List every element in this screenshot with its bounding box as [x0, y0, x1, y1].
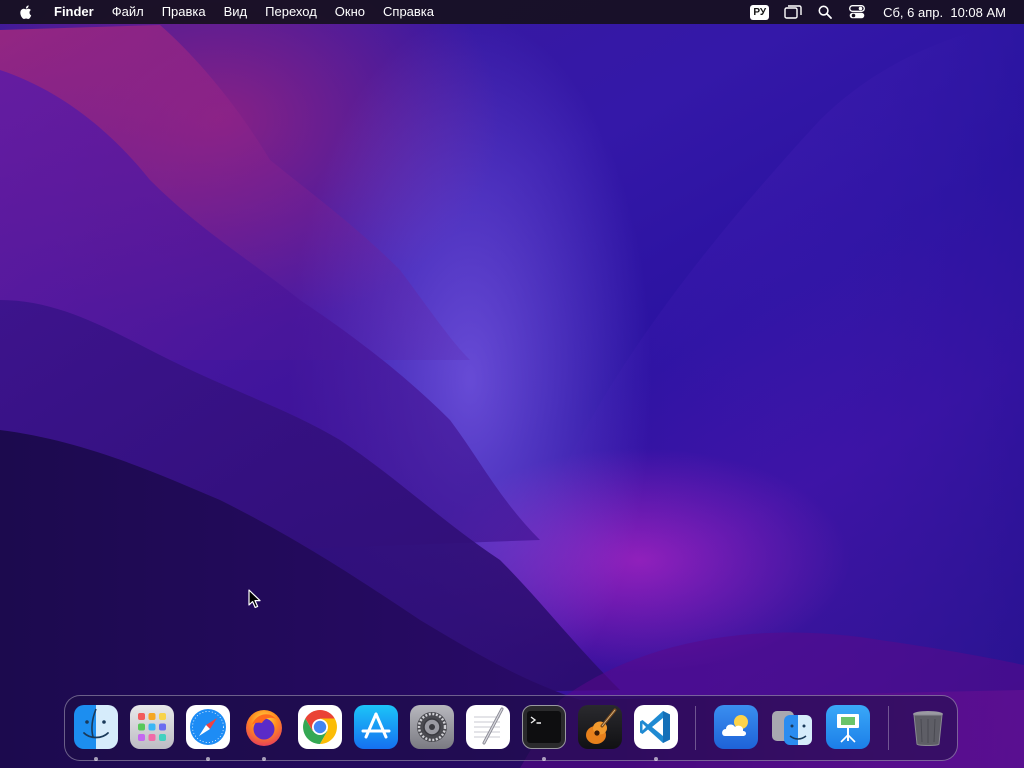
menu-window[interactable]: Окно — [326, 0, 374, 24]
apple-logo-icon[interactable] — [18, 4, 34, 20]
launchpad-icon[interactable] — [130, 705, 174, 749]
app-store-icon[interactable] — [354, 705, 398, 749]
weather-icon[interactable] — [714, 705, 758, 749]
finder-icon[interactable] — [74, 705, 118, 749]
safari-icon[interactable] — [186, 705, 230, 749]
vscode-running-indicator — [654, 757, 658, 761]
clock-time: 10:08 AM — [950, 4, 1006, 20]
menu-go[interactable]: Переход — [256, 0, 326, 24]
finder-running-indicator — [94, 757, 98, 761]
menu-app-finder[interactable]: Finder — [46, 0, 103, 24]
chrome-icon[interactable] — [298, 705, 342, 749]
firefox-icon[interactable] — [242, 705, 286, 749]
control-center-icon[interactable] — [847, 2, 867, 22]
textedit-icon[interactable] — [466, 705, 510, 749]
menu-edit[interactable]: Правка — [153, 0, 215, 24]
mouse-pointer-icon — [248, 589, 261, 609]
menu-bar: Finder Файл Правка Вид Переход Окно Спра… — [0, 0, 1024, 24]
desktop-wallpaper — [0, 0, 1024, 768]
safari-running-indicator — [206, 757, 210, 761]
firefox-running-indicator — [262, 757, 266, 761]
migration-assistant-icon[interactable] — [770, 705, 814, 749]
terminal-icon[interactable] — [522, 705, 566, 749]
dock — [64, 695, 958, 761]
system-preferences-icon[interactable] — [410, 705, 454, 749]
keynote-icon[interactable] — [826, 705, 870, 749]
dock-separator — [888, 706, 889, 750]
wallpaper-waves — [0, 20, 1024, 768]
stage-manager-icon[interactable] — [783, 2, 803, 22]
menu-bar-clock[interactable]: Сб, 6 апр. 10:08 AM — [883, 5, 1006, 20]
trash-icon[interactable] — [906, 705, 950, 749]
spotlight-search-icon[interactable] — [815, 2, 835, 22]
menu-help[interactable]: Справка — [374, 0, 443, 24]
clock-date: Сб, 6 апр. — [883, 4, 944, 20]
menu-file[interactable]: Файл — [103, 0, 153, 24]
menu-view[interactable]: Вид — [215, 0, 257, 24]
input-language-badge[interactable]: РУ — [750, 4, 770, 20]
dock-separator — [695, 706, 696, 750]
terminal-running-indicator — [542, 757, 546, 761]
vscode-icon[interactable] — [634, 705, 678, 749]
garageband-icon[interactable] — [578, 705, 622, 749]
